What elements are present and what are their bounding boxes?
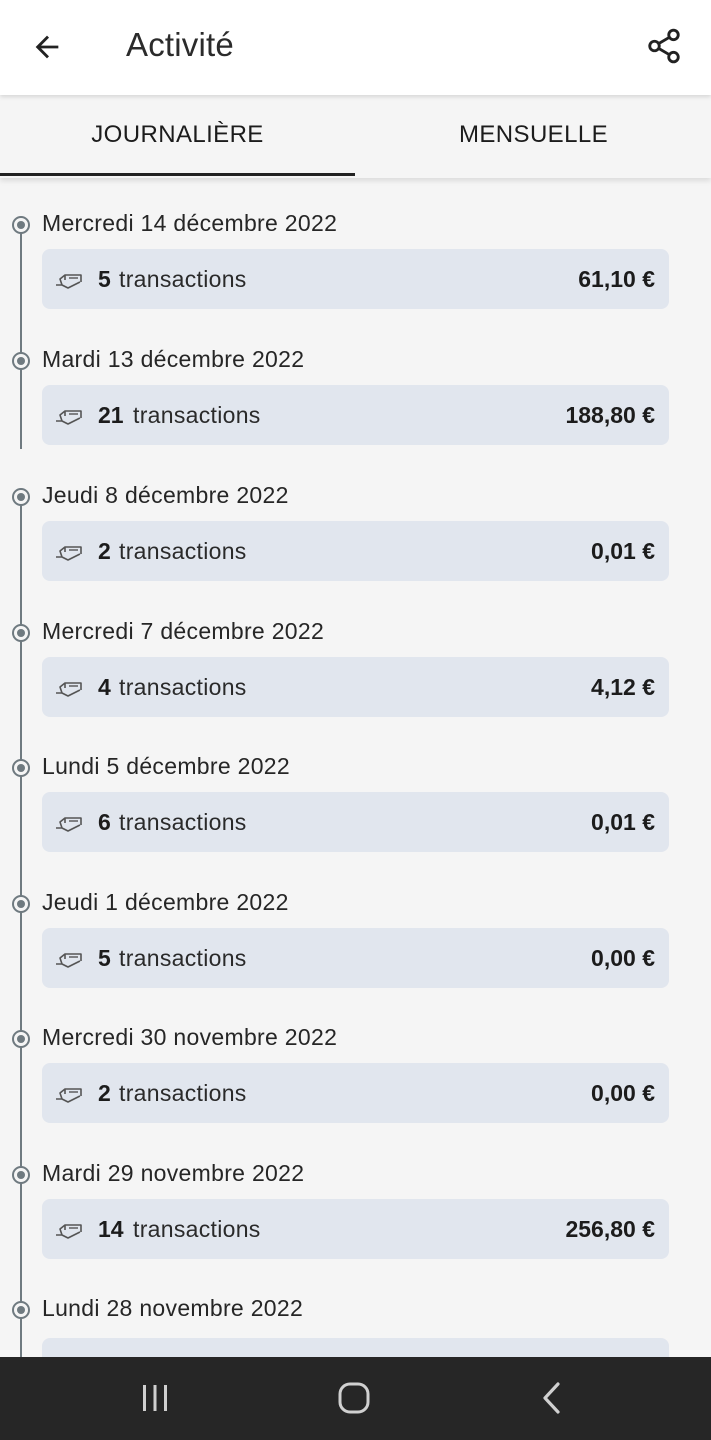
transaction-count: 6: [98, 809, 111, 835]
nav-back-button[interactable]: [522, 1373, 582, 1423]
home-icon: [338, 1382, 370, 1414]
app-bar: Activité: [0, 0, 711, 95]
transaction-amount: 4,12 €: [591, 674, 655, 700]
timeline-dot: [12, 1030, 30, 1048]
day-date: Lundi 28 novembre 2022: [42, 1295, 304, 1321]
transaction-label: transactions: [133, 402, 261, 428]
tab-bar: JOURNALIÈRE MENSUELLE: [0, 95, 711, 178]
hand-money-icon: [56, 817, 82, 832]
transactions-card[interactable]: 2 transactions 0,00 €: [42, 1063, 669, 1123]
transaction-label: transactions: [133, 1216, 261, 1242]
back-button[interactable]: [22, 22, 72, 72]
transaction-amount: 188,80 €: [565, 402, 655, 428]
activity-day: Jeudi 1 décembre 2022 5 transactions 0,0…: [0, 889, 711, 1025]
activity-day: Mercredi 30 novembre 2022 2 transactions…: [0, 1024, 711, 1160]
page-title: Activité: [126, 26, 234, 63]
hand-money-icon: [56, 953, 82, 968]
system-nav-bar: [0, 1357, 711, 1440]
day-date: Lundi 5 décembre 2022: [42, 753, 290, 779]
timeline-dot: [12, 488, 30, 506]
activity-day: Jeudi 8 décembre 2022 2 transactions 0,0…: [0, 482, 711, 618]
activity-day: Mercredi 7 décembre 2022 4 transactions …: [0, 618, 711, 754]
day-date: Mercredi 30 novembre 2022: [42, 1024, 338, 1050]
transaction-label: transactions: [119, 809, 247, 835]
transaction-amount: 61,10 €: [578, 266, 655, 292]
transaction-count: 2: [98, 538, 111, 564]
timeline-dot: [12, 1166, 30, 1184]
transactions-card[interactable]: 4 transactions 4,12 €: [42, 657, 669, 717]
transaction-label: transactions: [119, 1080, 247, 1106]
tab-journaliere[interactable]: JOURNALIÈRE: [0, 95, 355, 178]
transaction-amount: 0,00 €: [591, 945, 655, 971]
transactions-card[interactable]: 2 transactions 0,01 €: [42, 521, 669, 581]
transaction-amount: 0,01 €: [591, 809, 655, 835]
hand-money-icon: [56, 274, 82, 289]
day-date: Mercredi 14 décembre 2022: [42, 210, 338, 236]
timeline-dot: [12, 895, 30, 913]
transaction-count: 21: [98, 402, 124, 428]
tab-mensuelle[interactable]: MENSUELLE: [356, 95, 711, 178]
hand-money-icon: [56, 546, 82, 561]
transaction-amount: 0,01 €: [591, 538, 655, 564]
hand-money-icon: [56, 1224, 82, 1239]
transactions-card[interactable]: 21 transactions 188,80 €: [42, 385, 669, 445]
day-date: Jeudi 1 décembre 2022: [42, 889, 289, 915]
transaction-label: transactions: [119, 266, 247, 292]
transaction-count: 2: [98, 1080, 111, 1106]
recent-apps-button[interactable]: [125, 1373, 185, 1423]
day-date: Mardi 13 décembre 2022: [42, 346, 305, 372]
timeline-dot: [12, 352, 30, 370]
transactions-card[interactable]: 14 transactions 256,80 €: [42, 1199, 669, 1259]
transaction-label: transactions: [119, 945, 247, 971]
transaction-label: transactions: [119, 674, 247, 700]
day-date: Jeudi 8 décembre 2022: [42, 482, 289, 508]
transaction-amount: 256,80 €: [565, 1216, 655, 1242]
share-button[interactable]: [638, 20, 690, 72]
transaction-count: 14: [98, 1216, 124, 1242]
hand-money-icon: [56, 1088, 82, 1103]
timeline-dot: [12, 759, 30, 777]
back-icon: [543, 1382, 560, 1414]
transaction-count: 4: [98, 674, 111, 700]
activity-day: Mardi 29 novembre 2022 14 transactions 2…: [0, 1160, 711, 1296]
share-icon: [648, 28, 680, 64]
activity-day: Lundi 5 décembre 2022 6 transactions 0,0…: [0, 753, 711, 889]
transactions-card[interactable]: 6 transactions 0,01 €: [42, 792, 669, 852]
transaction-label: transactions: [119, 538, 247, 564]
tab-indicator: [0, 173, 355, 176]
transaction-count: 5: [98, 266, 111, 292]
timeline-dot: [12, 216, 30, 234]
arrow-left-icon: [35, 35, 59, 59]
recent-apps-icon: [143, 1385, 167, 1411]
activity-day: Mardi 13 décembre 2022 21 transactions 1…: [0, 346, 711, 482]
day-date: Mercredi 7 décembre 2022: [42, 618, 325, 644]
activity-day: Mercredi 14 décembre 2022 5 transactions…: [0, 210, 711, 346]
transactions-card[interactable]: 5 transactions 0,00 €: [42, 928, 669, 988]
hand-money-icon: [56, 682, 82, 697]
timeline-dot: [12, 1301, 30, 1319]
timeline-dot: [12, 624, 30, 642]
home-button[interactable]: [324, 1373, 384, 1423]
transactions-card[interactable]: 5 transactions 61,10 €: [42, 249, 669, 309]
hand-money-icon: [56, 410, 82, 425]
transaction-count: 5: [98, 945, 111, 971]
transaction-amount: 0,00 €: [591, 1080, 655, 1106]
day-date: Mardi 29 novembre 2022: [42, 1160, 305, 1186]
